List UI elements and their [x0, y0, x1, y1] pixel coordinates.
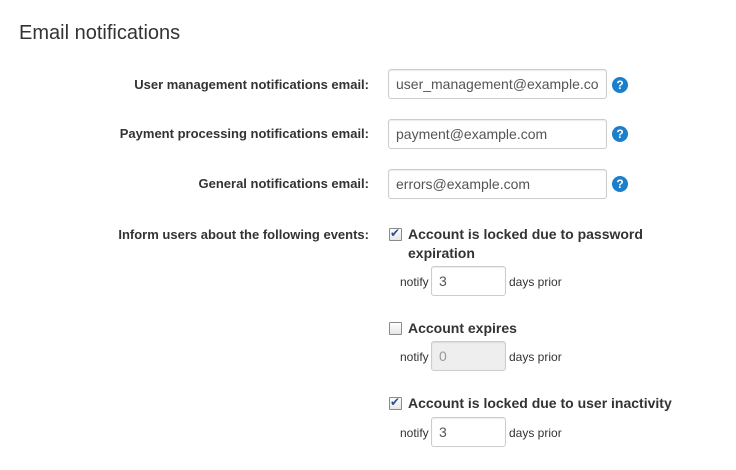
notify-label: notify: [400, 275, 429, 289]
user-management-email-input[interactable]: [388, 69, 607, 99]
checkmark-icon: ✔: [390, 226, 401, 240]
user-management-email-label: User management notifications email:: [134, 77, 369, 92]
account-expires-checkbox[interactable]: [389, 322, 402, 335]
general-help-icon[interactable]: ?: [612, 176, 628, 192]
email-notifications-page: Email notifications User management noti…: [0, 0, 736, 470]
user-inactivity-lock-label-text: Account is locked due to user inactivity: [408, 395, 672, 411]
user-management-help-icon[interactable]: ?: [612, 77, 628, 93]
days-prior-label: days prior: [509, 275, 562, 289]
user-inactivity-lock-label: Account is locked due to user inactivity: [408, 394, 672, 413]
section-title: Email notifications: [19, 22, 181, 44]
inform-users-events-label: Inform users about the following events:: [118, 227, 369, 242]
account-expires-label: Account expires: [408, 319, 517, 338]
general-email-label: General notifications email:: [198, 176, 370, 191]
payment-processing-email-input[interactable]: [388, 119, 607, 149]
account-expires-label-text: Account expires: [408, 320, 517, 336]
notify-label: notify: [400, 350, 429, 364]
days-prior-label: days prior: [509, 350, 562, 364]
notify-label: notify: [400, 426, 429, 440]
days-prior-label: days prior: [509, 426, 562, 440]
checkmark-icon: ✔: [390, 395, 401, 409]
password-expiration-lock-checkbox[interactable]: ✔: [389, 226, 402, 241]
account-expires-days-input: [431, 341, 506, 371]
payment-processing-email-label: Payment processing notifications email:: [119, 126, 369, 141]
user-inactivity-lock-checkbox[interactable]: ✔: [389, 395, 402, 410]
password-expiration-lock-label-line1: Account is locked due to password: [408, 226, 643, 242]
user-inactivity-days-input[interactable]: [431, 417, 506, 447]
payment-processing-help-icon[interactable]: ?: [612, 126, 628, 142]
password-expiration-days-input[interactable]: [431, 266, 506, 296]
password-expiration-lock-label: Account is locked due to password expira…: [408, 225, 643, 263]
general-email-input[interactable]: [388, 169, 607, 199]
password-expiration-lock-label-line2: expiration: [408, 245, 475, 261]
